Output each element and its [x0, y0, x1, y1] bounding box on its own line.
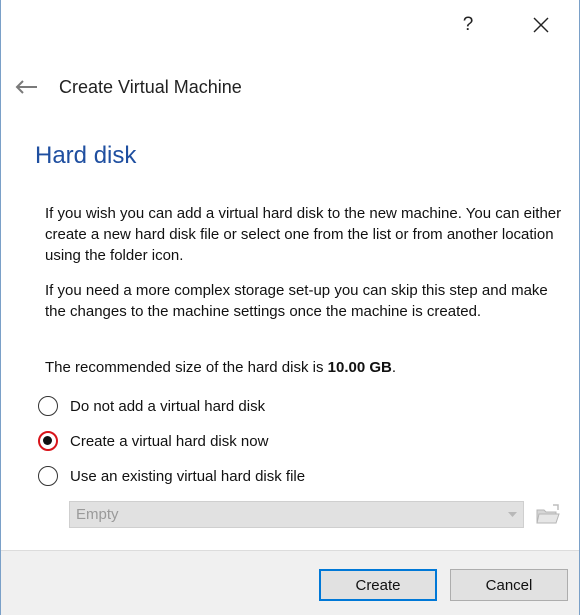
- help-button[interactable]: ?: [445, 8, 491, 42]
- description-paragraph-1: If you wish you can add a virtual hard d…: [45, 205, 562, 264]
- disk-file-select[interactable]: Empty: [69, 501, 524, 528]
- disk-file-select-value: Empty: [76, 506, 119, 523]
- recommended-prefix: The recommended size of the hard disk is: [45, 359, 328, 376]
- close-button[interactable]: [518, 8, 564, 42]
- recommended-size-value: 10.00 GB: [327, 359, 392, 376]
- radio-label: Use an existing virtual hard disk file: [70, 467, 306, 485]
- radio-button-selected[interactable]: [38, 431, 58, 451]
- wizard-title: Create Virtual Machine: [59, 77, 242, 97]
- radio-create-disk[interactable]: Create a virtual hard disk now: [38, 429, 268, 453]
- arrow-left-icon[interactable]: [13, 77, 39, 97]
- recommended-suffix: .: [391, 359, 397, 376]
- cancel-button[interactable]: Cancel: [450, 569, 568, 601]
- create-button[interactable]: Create: [319, 569, 437, 601]
- title-bar: ?: [1, 0, 579, 50]
- button-bar: Create Cancel: [1, 550, 579, 615]
- radio-label: Create a virtual hard disk now: [70, 432, 269, 450]
- radio-existing-disk[interactable]: Use an existing virtual hard disk file: [38, 464, 305, 488]
- description-paragraph-2: If you need a more complex storage set-u…: [45, 282, 548, 320]
- folder-icon: [536, 504, 560, 524]
- chevron-down-icon: [508, 512, 517, 517]
- radio-no-disk[interactable]: Do not add a virtual hard disk: [38, 394, 265, 418]
- recommended-size-text: The recommended size of the hard disk is…: [45, 357, 565, 378]
- dialog-window: ? Create Virtual Machine Hard disk If yo…: [0, 0, 580, 615]
- page-title: Hard disk: [35, 142, 137, 169]
- wizard-header: Create Virtual Machine: [1, 70, 579, 106]
- radio-label: Do not add a virtual hard disk: [70, 397, 266, 415]
- choose-disk-file-button[interactable]: [534, 502, 562, 528]
- radio-button[interactable]: [38, 466, 58, 486]
- radio-button[interactable]: [38, 396, 58, 416]
- close-icon: [533, 17, 549, 33]
